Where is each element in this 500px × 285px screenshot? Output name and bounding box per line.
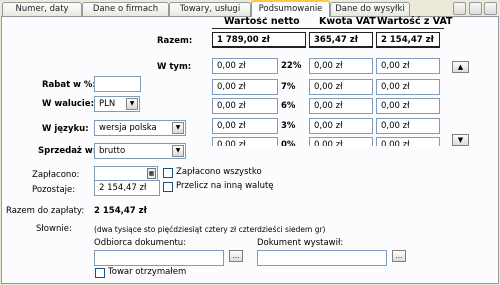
to-pay-value: 2 154,47 zł [94, 206, 147, 216]
currency-label: W walucie: [42, 99, 95, 109]
currency-value: PLN [99, 99, 116, 109]
goods-received-checkbox[interactable] [95, 268, 105, 278]
tab-bar: Numer, daty Dane o firmach Towary, usług… [0, 0, 500, 17]
language-label: W języku: [42, 124, 89, 134]
net-22-field[interactable]: 0,00 zł [212, 58, 278, 74]
rate-3: 3% [281, 121, 296, 131]
vat-6-field[interactable]: 0,00 zł [309, 98, 373, 114]
discount-label: Rabat w %: [42, 80, 96, 90]
chevron-down-icon[interactable]: ▼ [172, 145, 184, 157]
header-gross: Wartość z VAT [377, 16, 453, 27]
issuer-input[interactable] [257, 250, 387, 266]
sale-select[interactable]: brutto ▼ [94, 143, 186, 159]
tab-towary-uslugi[interactable]: Towary, usługi [169, 2, 251, 16]
language-select[interactable]: wersja polska ▼ [94, 120, 186, 136]
vat-7-field[interactable]: 0,00 zł [309, 79, 373, 95]
chevron-down-icon[interactable]: ▼ [172, 122, 184, 134]
currency-select[interactable]: PLN ▼ [94, 96, 140, 112]
gross-6-field[interactable]: 0,00 zł [376, 98, 440, 114]
gross-7-field[interactable]: 0,00 zł [376, 79, 440, 95]
rate-0-row: 0,00 zł 0% 0,00 zł 0,00 zł [212, 137, 442, 146]
gross-0-field[interactable]: 0,00 zł [376, 137, 440, 146]
net-3-field[interactable]: 0,00 zł [212, 118, 278, 134]
goods-received-label: Towar otrzymałem [108, 267, 187, 277]
language-value: wersja polska [99, 123, 157, 133]
convert-label: Przelicz na inną walutę [176, 181, 274, 191]
gross-22-field[interactable]: 0,00 zł [376, 58, 440, 74]
tab-dane-o-firmach[interactable]: Dane o firmach [82, 2, 169, 16]
paid-label: Zapłacono: [32, 170, 80, 180]
tab-dane-do-wysylki[interactable]: Dane do wysyłki [330, 2, 410, 16]
recipient-label: Odbiorca dokumentu: [94, 238, 187, 248]
gross-3-field[interactable]: 0,00 zł [376, 118, 440, 134]
convert-checkbox[interactable] [163, 182, 173, 192]
net-7-field[interactable]: 0,00 zł [212, 79, 278, 95]
paid-all-checkbox[interactable] [163, 168, 173, 178]
rate-22: 22% [281, 61, 302, 71]
issuer-browse-button[interactable]: ... [392, 250, 406, 262]
discount-input[interactable] [94, 76, 141, 92]
paid-all-label: Zapłacono wszystko [176, 167, 262, 177]
net-6-field[interactable]: 0,00 zł [212, 98, 278, 114]
maximize-icon[interactable] [469, 2, 482, 15]
recipient-input[interactable] [94, 250, 224, 266]
words-label: Słownie: [36, 224, 72, 234]
vat-3-field[interactable]: 0,00 zł [309, 118, 373, 134]
vat-0-field[interactable]: 0,00 zł [309, 137, 373, 146]
issuer-label: Dokument wystawił: [257, 238, 344, 248]
total-net-field: 1 789,00 zł [212, 32, 306, 48]
chevron-down-icon[interactable]: ▼ [126, 98, 138, 110]
scroll-down-button[interactable]: ▼ [452, 134, 469, 146]
calculator-icon[interactable]: ▦ [147, 168, 156, 179]
rate-7: 7% [281, 82, 296, 92]
breakdown-label: W tym: [157, 62, 192, 72]
total-label: Razem: [157, 36, 193, 46]
remaining-label: Pozostaje: [32, 185, 76, 195]
tab-numer-daty[interactable]: Numer, daty [2, 2, 82, 16]
to-pay-label: Razem do zapłaty: [6, 206, 85, 216]
total-vat-field: 365,47 zł [309, 32, 373, 48]
restore-icon[interactable] [453, 2, 466, 15]
rate-0: 0% [281, 140, 296, 146]
close-icon[interactable] [484, 2, 497, 15]
remaining-field: 2 154,47 zł [94, 180, 160, 196]
words-value: (dwa tysiące sto pięćdziesiąt cztery zł … [94, 225, 326, 234]
tab-podsumowanie[interactable]: Podsumowanie [251, 0, 330, 17]
vat-22-field[interactable]: 0,00 zł [309, 58, 373, 74]
header-net: Wartość netto [224, 16, 300, 27]
rate-6: 6% [281, 101, 296, 111]
header-underline [212, 28, 444, 29]
sale-label: Sprzedaż w: [38, 146, 97, 156]
scroll-up-button[interactable]: ▲ [452, 61, 469, 73]
header-vat: Kwota VAT [319, 16, 376, 27]
recipient-browse-button[interactable]: ... [229, 250, 243, 262]
total-gross-field: 2 154,47 zł [376, 32, 440, 48]
sale-value: brutto [99, 146, 126, 156]
net-0-field[interactable]: 0,00 zł [212, 137, 278, 146]
